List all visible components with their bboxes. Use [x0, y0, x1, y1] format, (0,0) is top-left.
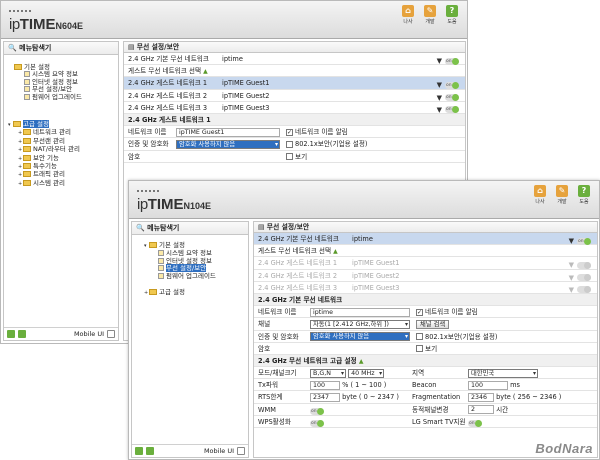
guest-network-select-row[interactable]: 게스트 무선 네트워크 선택 ▲: [254, 245, 597, 258]
main-network-row[interactable]: 2.4 GHz 기본 무선 네트워크 iptime ▼ on: [254, 233, 597, 246]
wps-row: WPS활성화 on LG Smart TV지원 on: [254, 416, 597, 428]
watermark: BodNara: [535, 441, 593, 456]
network-name-input[interactable]: ipTIME Guest1: [176, 127, 280, 137]
setup-button[interactable]: ✎ 개발: [421, 5, 439, 25]
menu-explorer: 🔍 메뉴탐색기 기본 설정 시스템 요약 정보 인터넷 설정 정보 무선 설정/…: [3, 41, 119, 341]
channel-row: 채널자동(1 [2.412 GHz,하위 ])채널 검색: [254, 318, 597, 331]
header-bar: ipTIMEN104E ⌂ 나사 ✎ 개발 ? 도움: [129, 181, 599, 219]
fragmentation-input[interactable]: 2346: [468, 392, 494, 402]
help-button[interactable]: ? 도움: [575, 185, 593, 205]
tree-item-system[interactable]: + 시스템 관리: [8, 179, 80, 188]
on-toggle[interactable]: on: [445, 57, 459, 65]
sidebar-footer: Mobile UI: [4, 327, 118, 340]
guest-network-2-row[interactable]: 2.4 GHz 게스트 네트워크 2 ipTIME Guest2 ▼: [254, 270, 597, 282]
collapse-icon[interactable]: ▲: [359, 358, 364, 365]
refresh-small-icon[interactable]: [146, 447, 154, 455]
home-button[interactable]: ⌂ 나사: [399, 5, 417, 25]
menu-explorer-title: 🔍 메뉴탐색기: [132, 222, 248, 235]
on-toggle[interactable]: on: [445, 106, 459, 114]
encryption-select[interactable]: 암호화 사용하지 않음: [176, 139, 280, 149]
iptime-logo: ipTIMEN104E: [137, 190, 211, 213]
wmm-toggle[interactable]: on: [310, 407, 324, 415]
wmm-row: WMM on 동적채널변경 2 시간: [254, 404, 597, 416]
network-name-row: 네트워크 이름 ipTIME Guest1 ✓ 네트워크 이름 알림: [124, 126, 465, 139]
refresh-small-icon[interactable]: [18, 330, 26, 338]
setup-button[interactable]: ✎ 개발: [553, 185, 571, 205]
mobile-ui-icon[interactable]: [107, 330, 115, 338]
dynamic-channel-input[interactable]: 2: [468, 405, 494, 415]
expand-icon[interactable]: ▲: [203, 68, 208, 75]
section-header: 2.4 GHz 게스트 네트워크 1: [124, 113, 465, 127]
mode-select[interactable]: B,G,N: [310, 368, 346, 378]
password-row: 암호 보기: [254, 343, 597, 355]
region-select[interactable]: 대한민국: [468, 368, 538, 378]
guest-network-2-row[interactable]: 2.4 GHz 게스트 네트워크 2 ipTIME Guest2 ▼ on: [124, 90, 465, 102]
expand-icon[interactable]: ▲: [333, 248, 338, 255]
help-button[interactable]: ? 도움: [443, 5, 461, 25]
off-toggle[interactable]: [577, 286, 591, 294]
tree-advanced-settings[interactable]: + 고급 설정: [144, 288, 216, 297]
guest-network-select-row[interactable]: 게스트 무선 네트워크 선택 ▲: [124, 65, 465, 78]
menu-explorer: 🔍 메뉴탐색기 ▾ 기본 설정 시스템 요약 정보 인터넷 설정 정보 무선 설정…: [131, 221, 249, 458]
mode-row: 모드/채널크기B,G,N 40 MHz지역대한민국: [254, 367, 597, 380]
encryption-select[interactable]: 암호화 사용하지 않음: [310, 332, 410, 341]
on-toggle[interactable]: on: [445, 94, 459, 102]
on-toggle[interactable]: on: [445, 81, 459, 89]
rts-input[interactable]: 2347: [310, 392, 340, 402]
auth-row: 인증 및 암호화암호화 사용하지 않음802.1x보안(기업용 설정): [254, 331, 597, 343]
header-bar: ipTIMEN604E ⌂ 나사 ✎ 개발 ? 도움: [1, 1, 467, 39]
router-window-n104e: ipTIMEN104E ⌂ 나사 ✎ 개발 ? 도움 🔍 메뉴탐색기 ▾ 기본 설정 시…: [128, 180, 600, 460]
tree-item-firmware-upgrade[interactable]: 펌웨어 업그레이드: [144, 272, 216, 280]
guest-network-1-row[interactable]: 2.4 GHz 게스트 네트워크 1 ipTIME Guest1 ▼: [254, 257, 597, 270]
tx-power-row: Tx파워 100 % ( 1 ~ 100 ) Beacon 100 ms: [254, 379, 597, 392]
broadcast-checkbox[interactable]: ✓: [286, 128, 293, 136]
sidebar-footer: Mobile UI: [132, 444, 248, 457]
dot1x-checkbox[interactable]: [416, 333, 423, 340]
channel-select[interactable]: 자동(1 [2.412 GHz,하위 ]): [310, 319, 410, 329]
channel-scan-button[interactable]: 채널 검색: [416, 319, 450, 329]
page-title: ▤ 무선 설정/보안: [254, 222, 597, 233]
auth-row: 인증 및 암호화암호화 사용하지 않음802.1x보안(기업용 설정): [124, 138, 465, 151]
network-name-row: 네트워크 이름 iptime ✓ 네트워크 이름 알림: [254, 306, 597, 319]
mobile-ui-link[interactable]: Mobile UI: [74, 330, 104, 338]
rts-row: RTS한계 2347 byte ( 0 ~ 2347 ) Fragmentation…: [254, 391, 597, 404]
tree-item-firmware-upgrade[interactable]: 펌웨어 업그레이드: [14, 93, 82, 101]
off-toggle[interactable]: [577, 274, 591, 282]
home-small-icon[interactable]: [135, 447, 143, 455]
password-row: 암호 보기: [124, 151, 465, 163]
mobile-ui-link[interactable]: Mobile UI: [204, 447, 234, 455]
section-header: 2.4 GHz 기본 무선 네트워크: [254, 293, 597, 307]
guest-network-3-row[interactable]: 2.4 GHz 게스트 네트워크 3 ipTIME Guest3 ▼: [254, 282, 597, 294]
mobile-ui-icon[interactable]: [237, 447, 245, 455]
dot1x-checkbox[interactable]: [286, 140, 293, 148]
on-toggle[interactable]: on: [577, 237, 591, 245]
menu-explorer-title: 🔍 메뉴탐색기: [4, 42, 118, 55]
show-password-checkbox[interactable]: [286, 153, 293, 160]
beacon-input[interactable]: 100: [468, 380, 508, 390]
bandwidth-select[interactable]: 40 MHz: [348, 368, 385, 378]
main-network-row[interactable]: 2.4 GHz 기본 무선 네트워크 iptime ▼ on: [124, 53, 465, 66]
guest-network-3-row[interactable]: 2.4 GHz 게스트 네트워크 3 ipTIME Guest3 ▼ on: [124, 102, 465, 114]
wps-toggle[interactable]: on: [310, 419, 324, 427]
iptime-logo: ipTIMEN604E: [9, 10, 83, 33]
content-panel: ▤ 무선 설정/보안 2.4 GHz 기본 무선 네트워크 iptime ▼ on 게…: [253, 221, 598, 458]
home-button[interactable]: ⌂ 나사: [531, 185, 549, 205]
page-title: ▤ 무선 설정/보안: [124, 42, 465, 53]
advanced-section-header[interactable]: 2.4 GHz 무선 네트워크 고급 설정 ▲: [254, 354, 597, 368]
home-small-icon[interactable]: [7, 330, 15, 338]
off-toggle[interactable]: [577, 261, 591, 269]
network-name-input[interactable]: iptime: [310, 307, 410, 317]
tx-power-input[interactable]: 100: [310, 380, 340, 390]
show-password-checkbox[interactable]: [416, 345, 423, 353]
lg-smart-tv-toggle[interactable]: on: [468, 419, 482, 427]
broadcast-checkbox[interactable]: ✓: [416, 308, 423, 316]
guest-network-1-row[interactable]: 2.4 GHz 게스트 네트워크 1 ipTIME Guest1 ▼ on: [124, 77, 465, 90]
